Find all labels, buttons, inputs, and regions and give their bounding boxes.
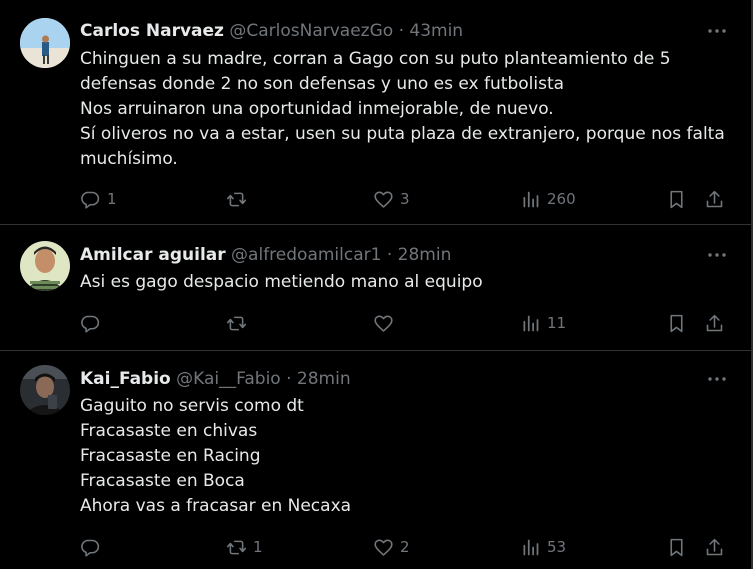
bookmark-button[interactable] xyxy=(666,310,687,336)
retweet-icon xyxy=(226,189,247,210)
avatar[interactable] xyxy=(20,365,70,415)
tweet-line: Asi es gago despacio metiendo mano al eq… xyxy=(80,272,483,292)
retweet-icon xyxy=(226,537,247,558)
views-icon xyxy=(520,313,541,334)
bookmark-icon xyxy=(666,313,687,334)
separator: · xyxy=(398,21,404,41)
tweet-text: Asi es gago despacio metiendo mano al eq… xyxy=(80,270,740,295)
timeline-feed: Carlos Narvaez @CarlosNarvaezGo · 43min … xyxy=(0,0,753,569)
tweet-line: Fracasaste en Racing xyxy=(80,446,261,466)
like-button[interactable]: 2 xyxy=(373,534,410,560)
tweet-text: Chinguen a su madre, corran a Gago con s… xyxy=(80,47,740,172)
tweet-line: Ahora vas a fracasar en Necaxa xyxy=(80,496,352,516)
more-icon[interactable] xyxy=(707,20,727,42)
tweet[interactable]: Amilcar aguilar @alfredoamilcar1 · 28min… xyxy=(0,225,751,349)
tweet[interactable]: Kai_Fabio @Kai__Fabio · 28min Gaguito no… xyxy=(0,351,751,569)
retweet-button[interactable] xyxy=(226,310,253,336)
reply-button[interactable] xyxy=(80,310,107,336)
share-icon xyxy=(704,189,725,210)
share-button[interactable] xyxy=(704,310,725,336)
reply-icon xyxy=(80,313,101,334)
bookmark-icon xyxy=(666,537,687,558)
tweet[interactable]: Carlos Narvaez @CarlosNarvaezGo · 43min … xyxy=(0,0,751,223)
more-icon[interactable] xyxy=(707,368,727,390)
display-name[interactable]: Carlos Narvaez xyxy=(80,21,224,41)
display-name[interactable]: Amilcar aguilar xyxy=(80,245,226,265)
views-count: 11 xyxy=(547,314,567,332)
tweet-line: Nos arruinaron una oportunidad inmejorab… xyxy=(80,99,554,119)
views-icon xyxy=(520,189,541,210)
display-name[interactable]: Kai_Fabio xyxy=(80,369,171,389)
reply-icon xyxy=(80,189,101,210)
views-count: 53 xyxy=(547,538,567,556)
more-icon[interactable] xyxy=(707,244,727,266)
timestamp[interactable]: 28min xyxy=(297,369,351,389)
retweet-button[interactable]: 1 xyxy=(226,534,263,560)
tweet-line: defensas donde 2 no son defensas y uno e… xyxy=(80,74,565,94)
tweet-header: Carlos Narvaez @CarlosNarvaezGo · 43min xyxy=(80,20,463,42)
timestamp[interactable]: 43min xyxy=(409,21,463,41)
reply-button[interactable]: 1 xyxy=(80,186,117,212)
like-count: 2 xyxy=(400,538,410,556)
like-count: 3 xyxy=(400,190,410,208)
views-count: 260 xyxy=(547,190,576,208)
reply-count: 1 xyxy=(107,190,117,208)
avatar[interactable] xyxy=(20,18,70,68)
views-button[interactable]: 53 xyxy=(520,534,566,560)
tweet-line: muchísimo. xyxy=(80,149,178,169)
bookmark-button[interactable] xyxy=(666,186,687,212)
views-button[interactable]: 260 xyxy=(520,186,576,212)
bookmark-icon xyxy=(666,189,687,210)
views-icon xyxy=(520,537,541,558)
retweet-button[interactable] xyxy=(226,186,253,212)
reply-icon xyxy=(80,537,101,558)
tweet-line: Fracasaste en Boca xyxy=(80,471,245,491)
user-handle[interactable]: @alfredoamilcar1 xyxy=(231,245,381,265)
like-button[interactable] xyxy=(373,310,400,336)
tweet-line: Chinguen a su madre, corran a Gago con s… xyxy=(80,49,671,69)
tweet-line: Fracasaste en chivas xyxy=(80,421,258,441)
tweet-text: Gaguito no servis como dt Fracasaste en … xyxy=(80,394,740,519)
reply-button[interactable] xyxy=(80,534,107,560)
avatar[interactable] xyxy=(20,241,70,291)
tweet-line: Gaguito no servis como dt xyxy=(80,396,304,416)
separator: · xyxy=(386,245,393,265)
like-button[interactable]: 3 xyxy=(373,186,410,212)
timestamp[interactable]: 28min xyxy=(398,245,452,265)
avatar-image xyxy=(20,241,70,291)
retweet-icon xyxy=(226,313,247,334)
user-handle[interactable]: @Kai__Fabio xyxy=(176,369,281,389)
user-handle[interactable]: @CarlosNarvaezGo xyxy=(229,21,393,41)
bookmark-button[interactable] xyxy=(666,534,687,560)
like-icon xyxy=(373,189,394,210)
share-button[interactable] xyxy=(704,186,725,212)
share-button[interactable] xyxy=(704,534,725,560)
share-icon xyxy=(704,313,725,334)
tweet-header: Kai_Fabio @Kai__Fabio · 28min xyxy=(80,368,351,390)
like-icon xyxy=(373,313,394,334)
like-icon xyxy=(373,537,394,558)
share-icon xyxy=(704,537,725,558)
tweet-line: Sí oliveros no va a estar, usen su puta … xyxy=(80,124,725,144)
views-button[interactable]: 11 xyxy=(520,310,566,336)
separator: · xyxy=(286,369,292,389)
tweet-header: Amilcar aguilar @alfredoamilcar1 · 28min xyxy=(80,244,451,266)
avatar-image xyxy=(20,18,70,68)
retweet-count: 1 xyxy=(253,538,263,556)
avatar-image xyxy=(20,365,70,415)
